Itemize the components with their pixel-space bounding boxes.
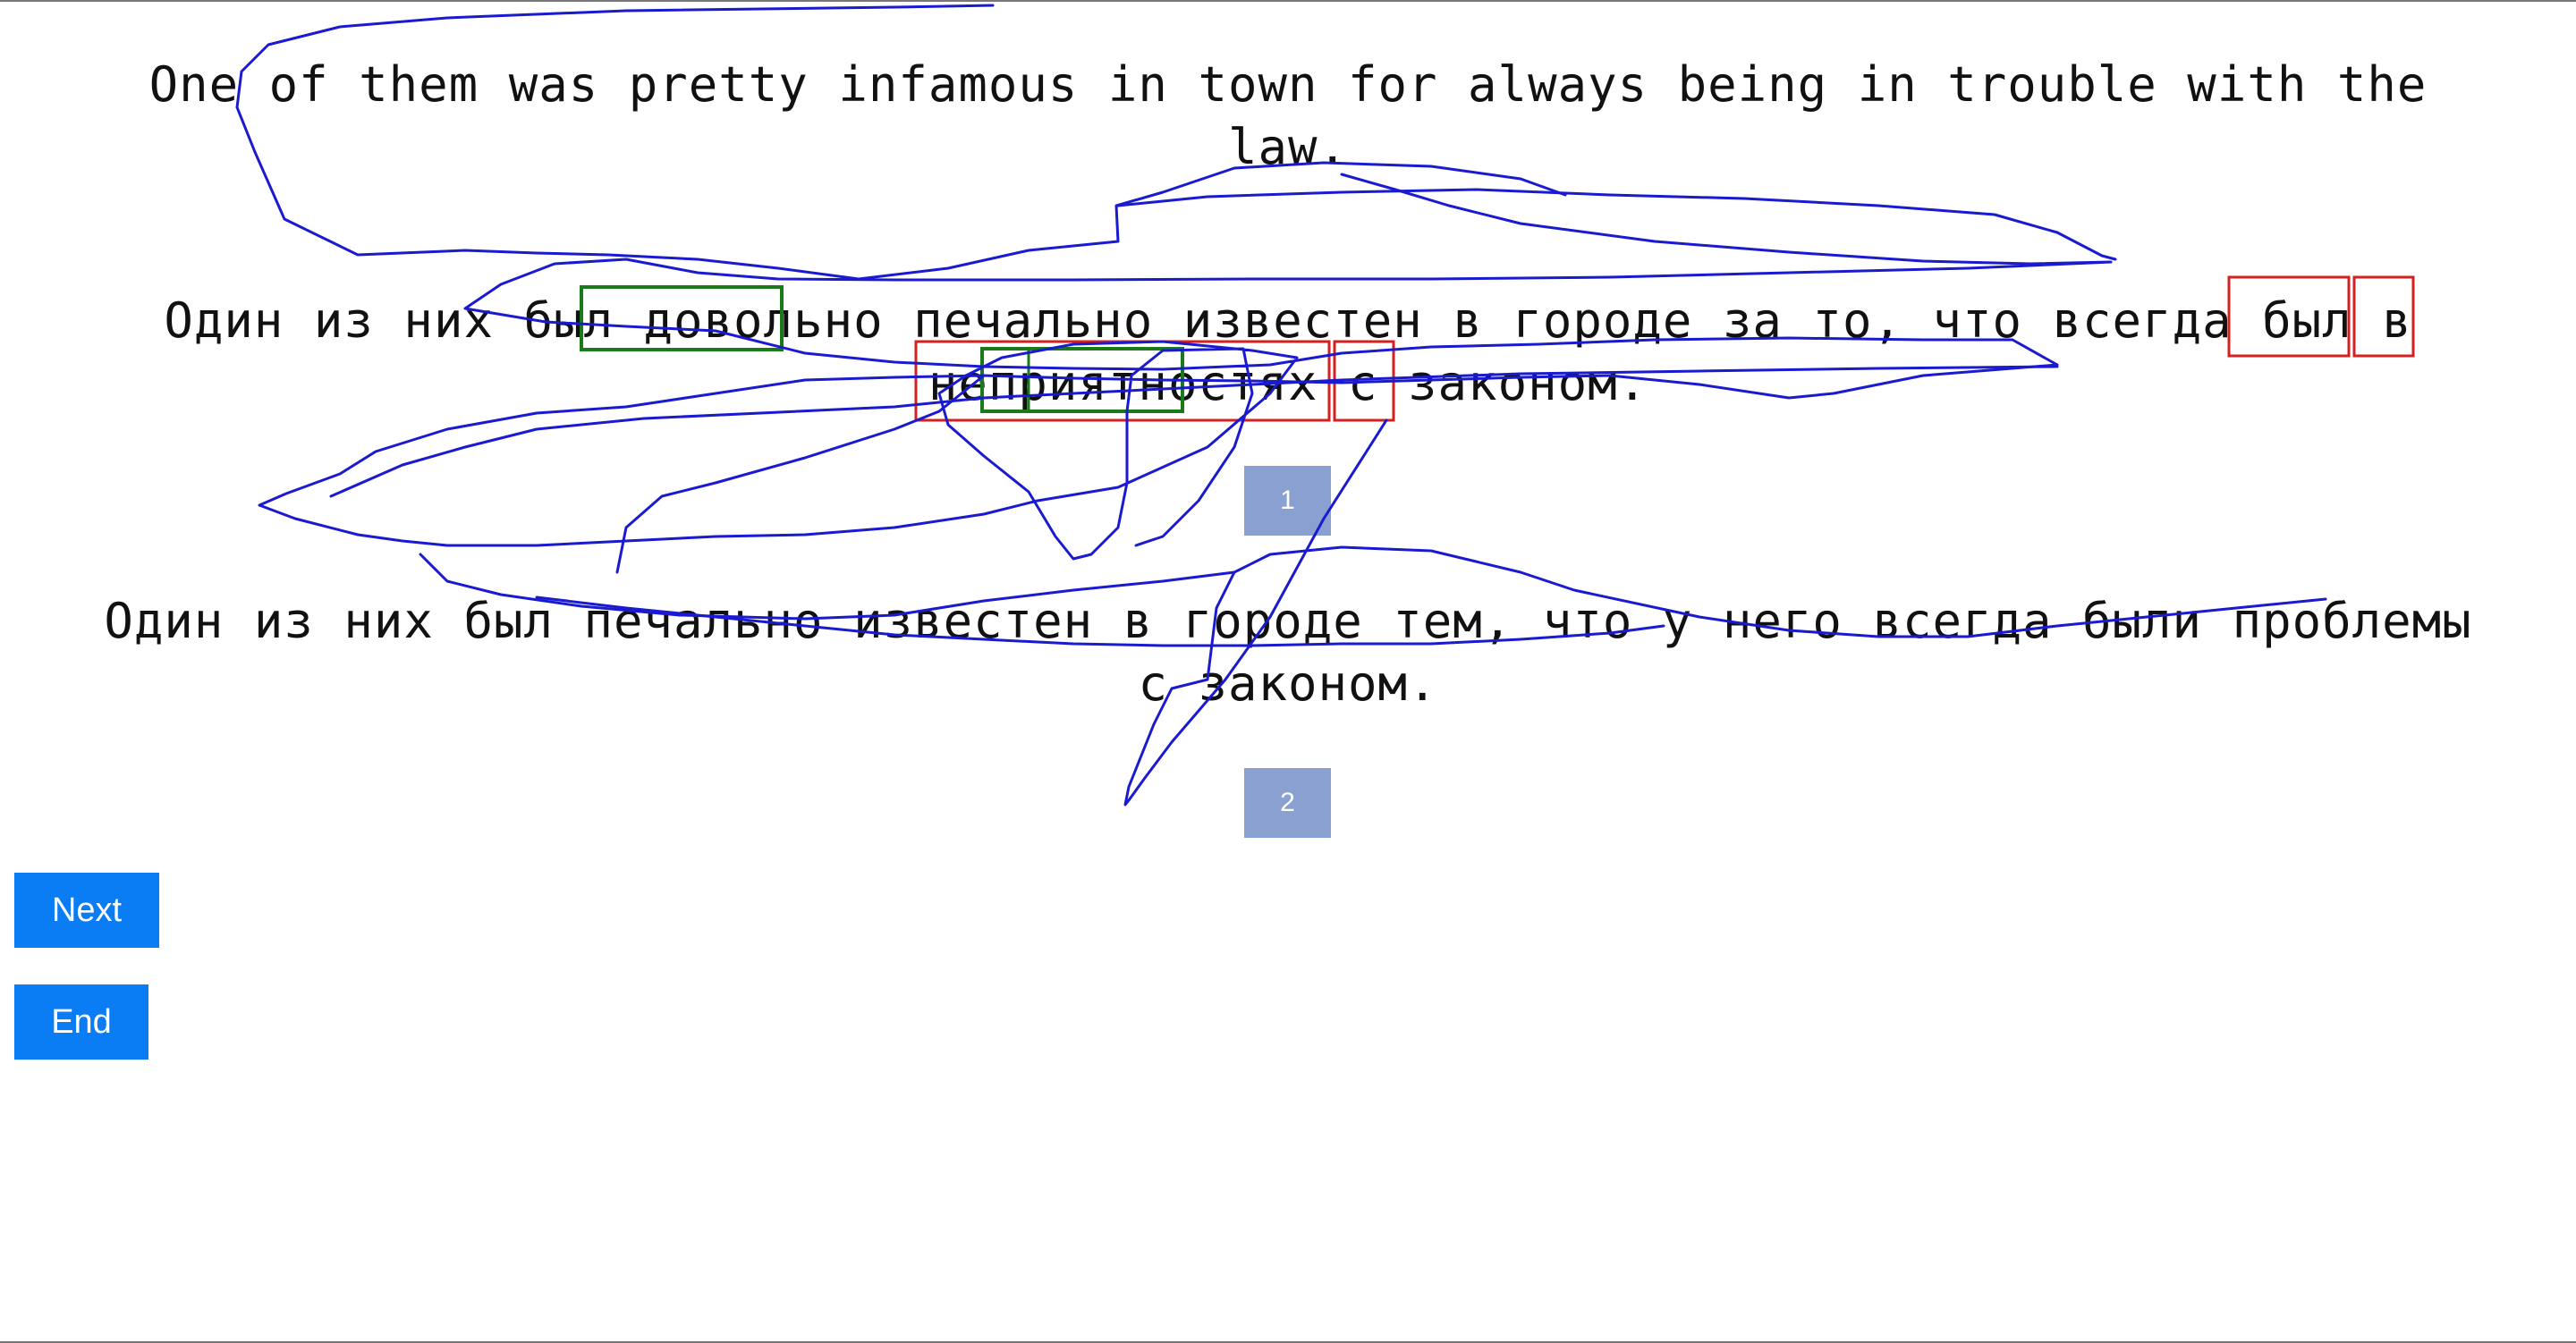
- translation-2-select-button[interactable]: 2: [1244, 768, 1331, 838]
- end-button[interactable]: End: [14, 984, 148, 1060]
- source-sentence: One of them was pretty infamous in town …: [148, 56, 2428, 175]
- translation-1-select-button[interactable]: 1: [1244, 466, 1331, 536]
- translation-1-text: Один из них был довольно печально извест…: [164, 292, 2412, 411]
- translation-2-text: Один из них был печально известен в горо…: [104, 593, 2472, 712]
- top-border: [0, 0, 2576, 2]
- next-button[interactable]: Next: [14, 873, 159, 948]
